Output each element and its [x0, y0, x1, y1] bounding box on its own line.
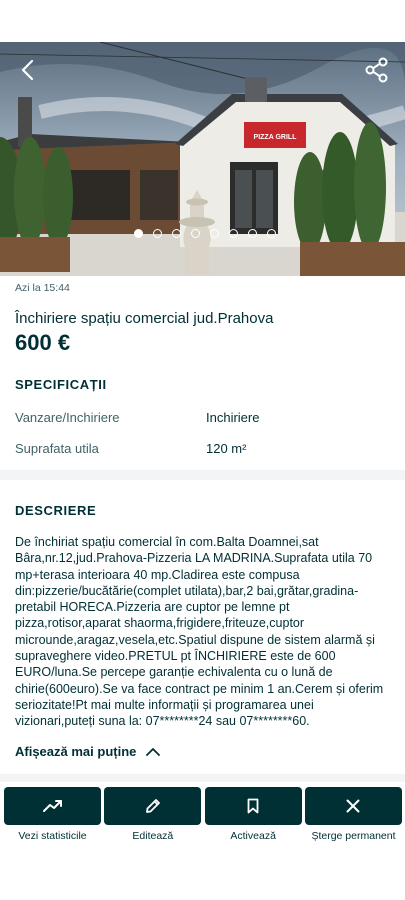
- edit-label: Editează: [132, 830, 174, 842]
- gallery-dot[interactable]: [228, 229, 238, 238]
- gallery-dot[interactable]: [190, 229, 200, 238]
- section-divider: [0, 470, 405, 480]
- spec-value: 120 m²: [206, 441, 247, 456]
- back-button[interactable]: [14, 56, 42, 84]
- gallery-dot[interactable]: [171, 229, 181, 238]
- statistics-label: Vezi statisticile: [18, 830, 87, 842]
- listing-price: 600 €: [15, 330, 71, 355]
- specs-heading: SPECIFICAȚII: [15, 377, 107, 392]
- activate-action[interactable]: Activează: [204, 787, 302, 842]
- spec-label: Vanzare/Inchiriere: [15, 410, 120, 425]
- activate-label: Activează: [230, 830, 276, 842]
- description-text: De închiriat spațiu comercial în com.Bal…: [15, 535, 384, 729]
- chevron-left-icon: [21, 59, 34, 81]
- section-divider: [0, 774, 405, 782]
- photo-gallery[interactable]: PIZZA GRILL: [0, 42, 405, 276]
- show-less-toggle[interactable]: Afișează mai puține: [15, 744, 161, 759]
- delete-button[interactable]: [304, 787, 402, 825]
- top-spacer: [0, 0, 405, 42]
- sign-text: PIZZA GRILL: [254, 134, 298, 141]
- spec-value: Inchiriere: [206, 410, 260, 425]
- delete-label: Șterge permanent: [311, 830, 396, 842]
- gallery-dot[interactable]: [133, 229, 143, 238]
- show-less-label: Afișează mai puține: [15, 744, 137, 759]
- delete-action[interactable]: Șterge permanent: [304, 787, 402, 842]
- spec-label: Suprafata utila: [15, 441, 99, 456]
- gallery-dot[interactable]: [266, 229, 276, 238]
- gallery-dot[interactable]: [152, 229, 162, 238]
- edit-action[interactable]: Editează: [104, 787, 202, 842]
- pencil-icon: [145, 799, 160, 813]
- edit-button[interactable]: [104, 787, 202, 825]
- gallery-photo: PIZZA GRILL: [0, 42, 405, 276]
- close-icon: [346, 799, 360, 813]
- description-heading: DESCRIERE: [15, 503, 97, 518]
- bookmark-icon: [247, 798, 259, 814]
- gallery-dot[interactable]: [209, 229, 219, 238]
- share-icon: [365, 57, 388, 83]
- trending-up-icon: [42, 800, 62, 812]
- share-button[interactable]: [363, 56, 391, 84]
- posted-date: Azi la 15:44: [15, 282, 70, 294]
- statistics-action[interactable]: Vezi statisticile: [4, 787, 101, 842]
- action-bar: Vezi statisticile Editează Activează Ște…: [4, 787, 402, 842]
- statistics-button[interactable]: [4, 787, 101, 825]
- activate-button[interactable]: [204, 787, 302, 825]
- chevron-up-icon: [146, 747, 161, 756]
- gallery-dot[interactable]: [247, 229, 257, 238]
- listing-title: Închiriere spațiu comercial jud.Prahova: [15, 310, 274, 327]
- gallery-pagination: [0, 229, 405, 238]
